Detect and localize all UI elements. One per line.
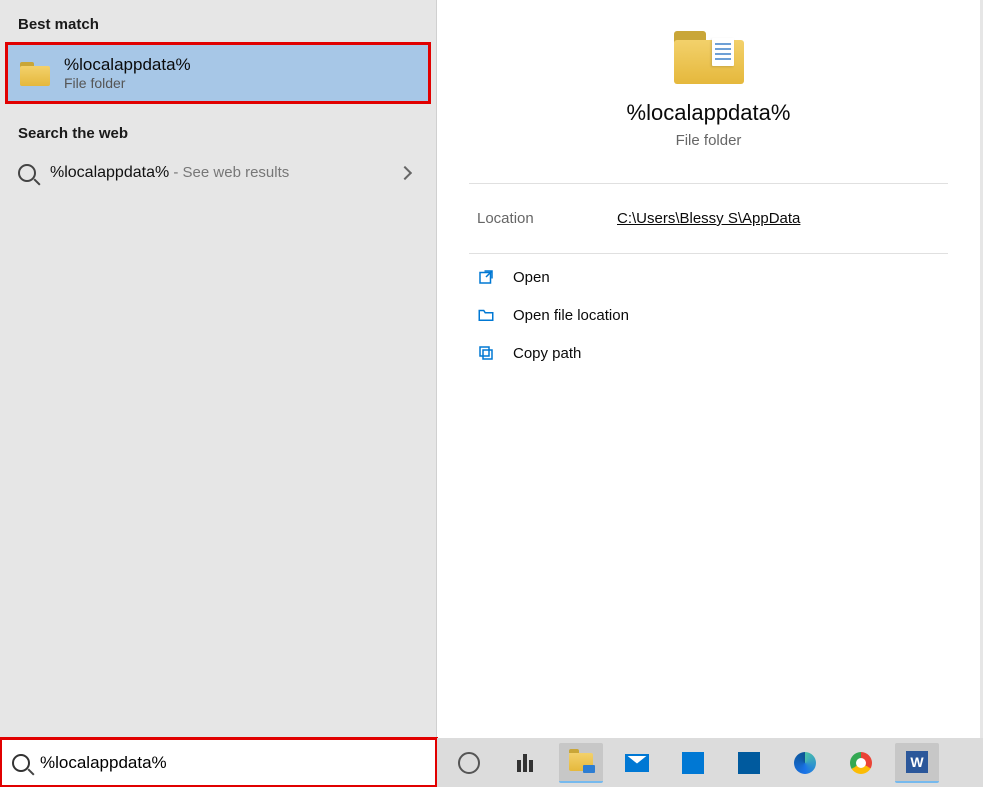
word-icon: W: [906, 751, 928, 773]
location-path-link[interactable]: C:\Users\Blessy S\AppData: [617, 210, 800, 227]
copy-icon: [477, 344, 495, 362]
open-file-location-action[interactable]: Open file location: [469, 296, 948, 334]
mail-button[interactable]: [615, 743, 659, 783]
store-icon: [738, 752, 760, 774]
folder-icon: [20, 60, 50, 86]
copy-path-action[interactable]: Copy path: [469, 334, 948, 372]
web-result-suffix: - See web results: [169, 164, 289, 181]
location-label: Location: [477, 210, 617, 227]
search-input[interactable]: [40, 738, 425, 787]
search-icon: [18, 164, 36, 182]
web-search-result[interactable]: %localappdata% - See web results: [0, 152, 436, 194]
action-list: Open Open file location Copy path: [437, 254, 980, 376]
location-row: Location C:\Users\Blessy S\AppData: [437, 184, 980, 253]
section-header-search-web: Search the web: [0, 109, 436, 152]
preview-header: %localappdata% File folder: [437, 0, 980, 183]
dell-app-button[interactable]: [671, 743, 715, 783]
best-match-subtitle: File folder: [64, 75, 191, 91]
file-explorer-button[interactable]: [559, 743, 603, 783]
open-action[interactable]: Open: [469, 258, 948, 296]
edge-icon: [794, 752, 816, 774]
search-bar[interactable]: [0, 738, 437, 787]
action-label: Open file location: [513, 307, 629, 324]
edge-button[interactable]: [783, 743, 827, 783]
web-result-title: %localappdata%: [50, 164, 169, 181]
word-button[interactable]: W: [895, 743, 939, 783]
chrome-icon: [850, 752, 872, 774]
action-label: Open: [513, 269, 550, 286]
task-view-button[interactable]: [503, 743, 547, 783]
preview-title: %localappdata%: [457, 100, 960, 126]
search-results-panel: Best match %localappdata% File folder Se…: [0, 0, 437, 738]
file-explorer-icon: [569, 753, 593, 771]
preview-subtitle: File folder: [457, 132, 960, 149]
folder-icon: [674, 28, 744, 84]
dell-icon: [682, 752, 704, 774]
preview-panel: %localappdata% File folder Location C:\U…: [437, 0, 980, 738]
search-icon: [12, 754, 30, 772]
folder-location-icon: [477, 306, 495, 324]
mail-icon: [625, 754, 649, 772]
taskbar: W: [437, 738, 983, 787]
cortana-icon: [458, 752, 480, 774]
task-view-icon: [517, 754, 533, 772]
best-match-title: %localappdata%: [64, 55, 191, 75]
web-result-text: %localappdata% - See web results: [50, 164, 386, 182]
store-button[interactable]: [727, 743, 771, 783]
best-match-text: %localappdata% File folder: [64, 55, 191, 91]
action-label: Copy path: [513, 345, 581, 362]
open-icon: [477, 268, 495, 286]
cortana-button[interactable]: [447, 743, 491, 783]
document-icon: [712, 38, 734, 66]
section-header-best-match: Best match: [0, 0, 436, 43]
chevron-right-icon: [398, 166, 412, 180]
best-match-result[interactable]: %localappdata% File folder: [6, 43, 430, 103]
chrome-button[interactable]: [839, 743, 883, 783]
